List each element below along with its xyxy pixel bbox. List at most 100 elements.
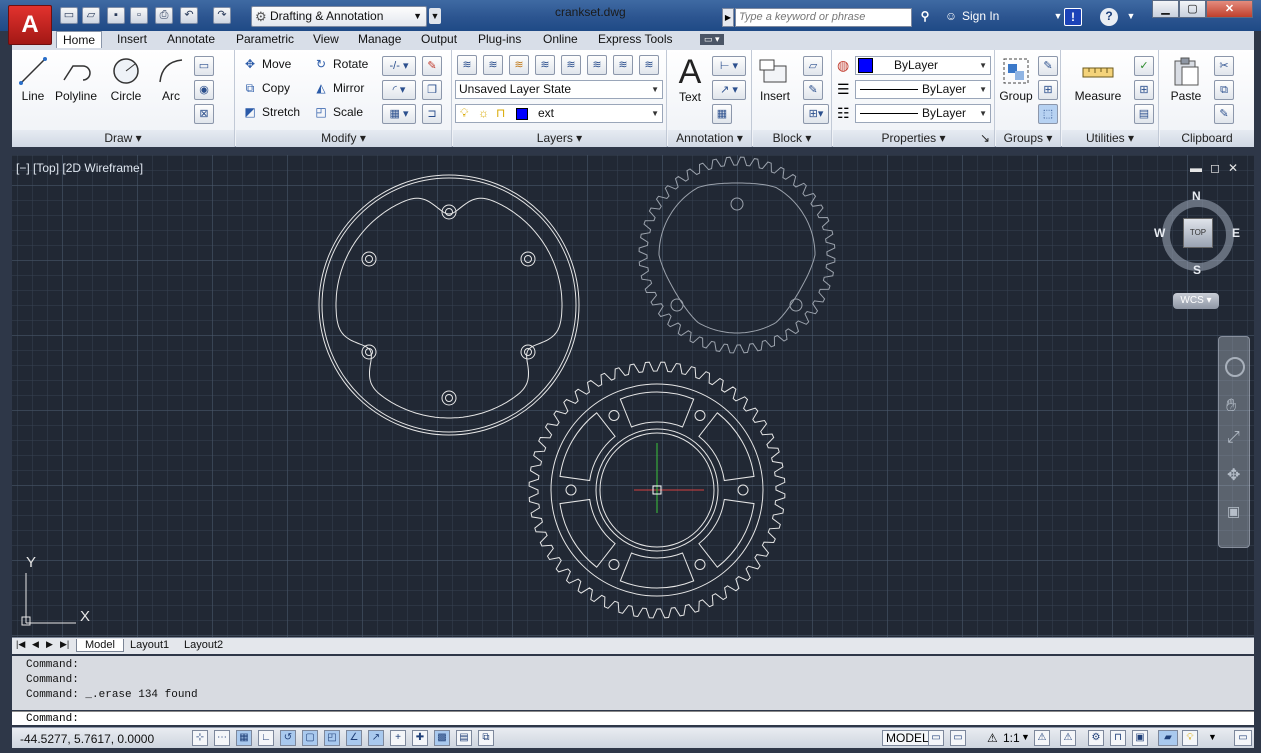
stretch-button[interactable]: ◩ Stretch	[242, 105, 300, 119]
table-icon[interactable]: ▦	[712, 104, 732, 124]
rotate-button[interactable]: ↻ Rotate	[313, 57, 368, 71]
object-snap-tracking-icon[interactable]: ∠	[346, 730, 362, 746]
search-expand-button[interactable]: ▶	[722, 8, 734, 27]
quick-view-layouts-icon[interactable]: ▭	[928, 730, 944, 746]
mirror-button[interactable]: ◭ Mirror	[313, 81, 364, 95]
properties-panel-label[interactable]: Properties ▾ ↘	[833, 130, 994, 147]
grid-display-icon[interactable]: ▦	[236, 730, 252, 746]
calculator-icon[interactable]: ⊞	[1134, 80, 1154, 100]
modify-panel-label[interactable]: Modify ▾	[236, 130, 451, 147]
arc-button[interactable]: Arc	[154, 56, 188, 103]
quick-properties-icon[interactable]: ▤	[456, 730, 472, 746]
block-panel-label[interactable]: Block ▾	[753, 130, 831, 147]
maximize-button[interactable]: ▢	[1179, 0, 1206, 18]
prev-layout-button[interactable]: ◀	[32, 639, 39, 650]
showmotion-icon[interactable]: ▣	[1227, 503, 1240, 520]
ortho-mode-icon[interactable]: ∟	[258, 730, 274, 746]
first-layout-button[interactable]: |◀	[16, 639, 25, 650]
lineweight-dropdown[interactable]: ByLayer ▼	[855, 80, 991, 99]
viewcube[interactable]: TOP N S W E	[1154, 189, 1240, 277]
3d-object-snap-icon[interactable]: ◰	[324, 730, 340, 746]
annotation-scale-value[interactable]: 1:1	[1003, 731, 1020, 745]
draw-panel-label[interactable]: Draw ▾	[12, 130, 234, 147]
close-button[interactable]: ✕	[1206, 0, 1253, 18]
undo-icon[interactable]: ↶	[180, 7, 198, 24]
annotation-panel-label[interactable]: Annotation ▾	[668, 130, 751, 147]
command-input[interactable]: Command:	[12, 711, 1254, 725]
sprocket-bolt-hole[interactable]	[565, 484, 577, 496]
trim-icon[interactable]: -/- ▾	[382, 56, 416, 76]
copy-button[interactable]: ⧉ Copy	[242, 81, 290, 96]
next-layout-button[interactable]: ▶	[46, 639, 53, 650]
model-space-toggle[interactable]: MODEL	[882, 730, 933, 746]
object-snap-icon[interactable]: ▢	[302, 730, 318, 746]
drawing-viewport[interactable]: [−] [Top] [2D Wireframe] ▬◻✕ Y X TOP N S…	[12, 155, 1254, 637]
ribbon-minimize-toggle[interactable]: ▭ ▾	[700, 34, 724, 45]
tab-plug-ins[interactable]: Plug-ins	[478, 32, 521, 46]
application-menu-button[interactable]: A	[8, 5, 52, 45]
quick-select-icon[interactable]: ✓	[1134, 56, 1154, 76]
text-button[interactable]: A Text	[672, 54, 708, 104]
exchange-icon[interactable]: !	[1064, 8, 1082, 26]
zoom-extents-icon[interactable]: ⤢	[1227, 429, 1240, 447]
small-sprocket[interactable]	[638, 156, 836, 354]
sprocket-lightening-window[interactable]	[559, 498, 616, 568]
tab-view[interactable]: View	[313, 32, 339, 46]
utilities-panel-label[interactable]: Utilities ▾	[1062, 130, 1158, 147]
clean-screen-bulb-icon[interactable]: 💡︎	[1182, 730, 1198, 746]
array-icon[interactable]: ▦ ▾	[382, 104, 416, 124]
sign-in-link[interactable]: Sign In	[962, 9, 999, 23]
layer-unisolate-icon[interactable]: ≋	[587, 55, 607, 75]
id-point-icon[interactable]: ▤	[1134, 104, 1154, 124]
tab-parametric[interactable]: Parametric	[236, 32, 294, 46]
measure-button[interactable]: Measure	[1070, 56, 1126, 103]
tab-online[interactable]: Online	[543, 32, 578, 46]
leader-icon[interactable]: ↗ ▾	[712, 80, 746, 100]
tab-express-tools[interactable]: Express Tools	[598, 32, 672, 46]
region-icon[interactable]: ⊠	[194, 104, 214, 124]
sprocket-lightening-window[interactable]	[559, 412, 616, 482]
sprocket-bolt-hole[interactable]	[608, 559, 620, 570]
match-icon[interactable]: ✎	[1214, 104, 1234, 124]
layer-previous-icon[interactable]: ≋	[535, 55, 555, 75]
groups-panel-label[interactable]: Groups ▾	[996, 130, 1060, 147]
erase-icon[interactable]: ✎	[422, 56, 442, 76]
open-icon[interactable]: ▱	[82, 7, 100, 24]
group-button[interactable]: Group	[998, 56, 1034, 103]
save-as-icon[interactable]: ▫	[130, 7, 148, 24]
dynamic-input-icon[interactable]: +	[390, 730, 406, 746]
pan-hand-icon[interactable]: ✋︎	[1226, 395, 1236, 416]
search-input[interactable]: Type a keyword or phrase	[735, 8, 912, 27]
layer-properties-icon[interactable]: ≋	[457, 55, 477, 75]
layer-dropdown[interactable]: 💡︎ ☼ ⊓ ext ▼	[455, 104, 663, 123]
match-properties-icon[interactable]: ◍	[837, 57, 849, 74]
annotation-scale-icon[interactable]: ⚠︎	[987, 731, 998, 745]
line-button[interactable]: Line	[18, 56, 48, 103]
create-block-icon[interactable]: ▱	[803, 56, 823, 76]
compass-south[interactable]: S	[1193, 263, 1201, 277]
layer-state-dropdown[interactable]: Unsaved Layer State ▼	[455, 80, 663, 99]
new-icon[interactable]: ▭	[60, 7, 78, 24]
hardware-acceleration-icon[interactable]: ▰	[1158, 730, 1178, 746]
sprocket-bolt-hole[interactable]	[694, 410, 706, 421]
transparency-icon[interactable]: ▩	[434, 730, 450, 746]
tab-home[interactable]: Home	[56, 31, 103, 48]
group-edit-icon[interactable]: ⊞	[1038, 80, 1058, 100]
customize-quick-access-button[interactable]: ▼	[429, 8, 441, 24]
help-icon[interactable]: ?	[1100, 8, 1118, 26]
redo-icon[interactable]: ↷	[213, 7, 231, 24]
explode-icon[interactable]: ❐	[422, 80, 442, 100]
annotation-visibility-icon[interactable]: ⚠	[1034, 730, 1050, 746]
layers-panel-label[interactable]: Layers ▾	[453, 130, 666, 147]
circle-button[interactable]: Circle	[108, 56, 144, 103]
drawing-canvas[interactable]: Y X	[12, 155, 1254, 637]
selection-cycling-icon[interactable]: ⧉	[478, 730, 494, 746]
rectangle-icon[interactable]: ▭	[194, 56, 214, 76]
layer-off-icon[interactable]: ≋	[639, 55, 659, 75]
sprocket-bolt-hole[interactable]	[694, 559, 706, 570]
compass-north[interactable]: N	[1192, 189, 1201, 203]
hatch-icon[interactable]: ◉	[194, 80, 214, 100]
auto-scale-icon[interactable]: ⚠	[1060, 730, 1076, 746]
tab-layout2[interactable]: Layout2	[184, 639, 223, 651]
last-layout-button[interactable]: ▶|	[60, 639, 69, 650]
